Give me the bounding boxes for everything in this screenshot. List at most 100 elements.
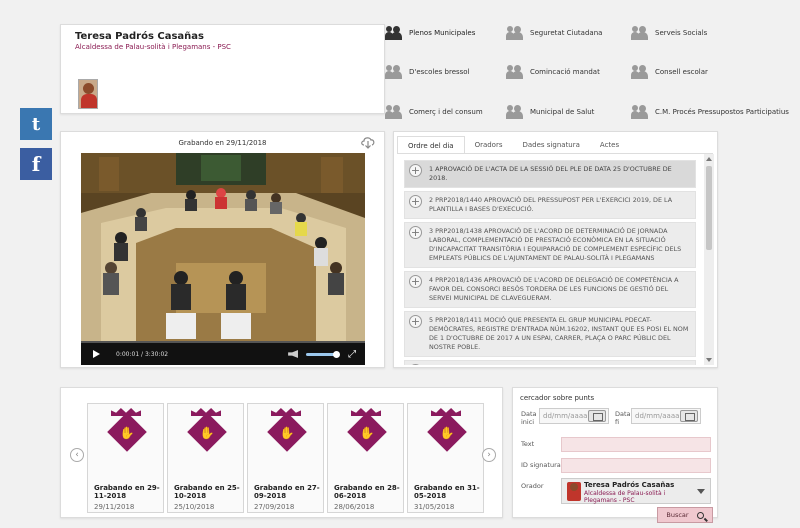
plus-icon[interactable]: + [409,195,422,208]
scroll-up-icon[interactable] [706,157,712,161]
video-player[interactable]: 0:00:01 / 3:30:02 ⤢ [81,153,365,365]
recording-title: Grabando en 28-06-2018 [334,484,400,500]
hands-icon: ✋ [359,426,375,440]
users-icon [506,65,524,79]
recordings-carousel: ‹ ✋ Grabando en 29-11-2018 29/11/2018 ✋ Grab… [60,387,503,518]
date-end-input[interactable]: dd/mm/aaaa [631,408,701,424]
text-input[interactable] [561,437,711,452]
plus-icon[interactable]: + [409,364,422,365]
recording-card[interactable]: ✋ Grabando en 28-06-2018 28/06/2018 [327,403,404,513]
agenda-item-text: 1 APROVACIÓ DE L'ACTA DE LA SESSIÓ DEL P… [429,165,672,182]
orador-select[interactable]: Teresa Padrós Casañas Alcaldessa de Pala… [561,478,711,504]
list-item[interactable]: +2 PRP2018/1440 APROVACIÓ DEL PRESSUPOST… [404,191,696,219]
plus-icon[interactable]: + [409,275,422,288]
commission-item[interactable]: Municipal de Salut [506,105,594,119]
avatar [78,79,98,109]
agenda-scrollbar[interactable] [704,154,714,365]
chevron-down-icon[interactable] [697,489,705,494]
scroll-down-icon[interactable] [706,358,712,362]
recording-date: 28/06/2018 [334,503,375,511]
commission-item[interactable]: Consell escolar [631,65,708,79]
commission-item[interactable]: Serveis Socials [631,26,707,40]
orador-label: Orador [521,482,544,490]
text-label: Text [521,440,535,448]
users-icon [631,65,649,79]
plus-icon[interactable]: + [409,315,422,328]
commission-label: Serveis Socials [655,29,708,37]
profile-name: Teresa Padrós Casañas [75,31,204,42]
list-item[interactable]: +3 PRP2018/1438 APROVACIÓ DE L'ACORD DE … [404,222,696,268]
cloud-download-icon[interactable] [360,135,376,149]
tab-actes[interactable]: Actes [589,136,630,154]
next-arrow-icon[interactable]: › [482,448,496,462]
avatar [567,482,581,501]
facebook-icon[interactable]: f [20,148,52,180]
orador-name: Teresa Padrós Casañas [584,481,675,489]
agenda-item-text: 4 PRP2018/1436 APROVACIÓ DE L'ACORD DE D… [429,276,679,302]
date-start-input[interactable]: dd/mm/aaaa [539,408,609,424]
recording-date: 25/10/2018 [174,503,215,511]
commission-label: Plenos Municipales [409,29,476,37]
commission-label: D'escoles bressol [409,68,470,76]
search-title: cercador sobre punts [520,394,595,402]
calendar-icon[interactable] [588,410,606,422]
commission-item[interactable]: Seguretat Ciutadana [506,26,602,40]
commission-item[interactable]: C.M. Procés Pressupostos Participatius [631,105,789,119]
search-button[interactable]: Buscar [657,507,713,523]
recording-card[interactable]: ✋ Grabando en 27-09-2018 27/09/2018 [247,403,324,513]
commission-label: C.M. Procés Pressupostos Participatius [655,108,789,116]
commission-item[interactable]: Plenos Municipales [385,26,475,40]
video-title: Grabando en 29/11/2018 [178,139,267,147]
agenda-list: +1 APROVACIÓ DE L'ACTA DE LA SESSIÓ DEL … [404,160,696,365]
tab-oradors[interactable]: Oradors [464,136,513,154]
tab-dades-signatura[interactable]: Dades signatura [512,136,590,154]
search-icon [696,511,704,519]
commission-label: Consell escolar [655,68,708,76]
plus-icon[interactable]: + [409,226,422,239]
users-icon [385,65,403,79]
profile-role: Alcaldessa de Palau-solità i Plegamans -… [75,43,231,51]
commission-label: Municipal de Salut [530,108,595,116]
recording-date: 27/09/2018 [254,503,295,511]
recording-title: Grabando en 27-09-2018 [254,484,320,500]
list-item[interactable]: +5 PRP2018/1411 MOCIÓ QUE PRESENTA EL GR… [404,311,696,357]
recording-card[interactable]: ✋ Grabando en 25-10-2018 25/10/2018 [167,403,244,513]
agenda-item-text: 2 PRP2018/1440 APROVACIÓ DEL PRESSUPOST … [429,196,673,213]
calendar-icon[interactable] [680,410,698,422]
hands-icon: ✋ [119,426,135,440]
video-panel: Grabando en 29/11/2018 0:00:01 / 3:30:02… [60,131,385,368]
scroll-thumb[interactable] [706,166,712,250]
agenda-item-text: 5 PRP2018/1411 MOCIÓ QUE PRESENTA EL GRU… [429,316,689,351]
list-item[interactable]: +6 PRP2018/1413 MOCIÓ QUE PRESENTA EL GR… [404,360,696,365]
users-icon [631,26,649,40]
plus-icon[interactable]: + [409,164,422,177]
id-signatura-input[interactable] [561,458,711,473]
agenda-tabs: Ordre del dia Oradors Dades signatura Actes [397,136,630,154]
twitter-icon[interactable]: t [20,108,52,140]
recording-card[interactable]: ✋ Grabando en 29-11-2018 29/11/2018 [87,403,164,513]
commission-item[interactable]: Comincació mandat [506,65,600,79]
tab-ordre-del-dia[interactable]: Ordre del dia [397,136,465,154]
prev-arrow-icon[interactable]: ‹ [70,448,84,462]
hands-icon: ✋ [199,426,215,440]
orador-role: Alcaldessa de Palau-solità i Plegamans -… [584,490,666,504]
profile-card: Teresa Padrós Casañas Alcaldessa de Pala… [60,24,385,114]
commission-label: Comerç i del consum [409,108,483,116]
commission-label: Comincació mandat [530,68,600,76]
recording-card[interactable]: ✋ Grabando en 31-05-2018 31/05/2018 [407,403,484,513]
list-item[interactable]: +1 APROVACIÓ DE L'ACTA DE LA SESSIÓ DEL … [404,160,696,188]
commission-item[interactable]: Comerç i del consum [385,105,483,119]
volume-icon[interactable] [288,350,299,358]
list-item[interactable]: +4 PRP2018/1436 APROVACIÓ DE L'ACORD DE … [404,271,696,308]
users-icon [385,26,403,40]
search-panel: cercador sobre punts Data inici dd/mm/aa… [512,387,718,523]
users-icon [385,105,403,119]
recording-date: 31/05/2018 [414,503,455,511]
commission-label: Seguretat Ciutadana [530,29,603,37]
users-icon [631,105,649,119]
fullscreen-icon[interactable]: ⤢ [348,349,356,360]
commission-item[interactable]: D'escoles bressol [385,65,470,79]
play-icon[interactable] [93,350,100,358]
volume-slider[interactable] [306,350,341,358]
users-icon [506,105,524,119]
